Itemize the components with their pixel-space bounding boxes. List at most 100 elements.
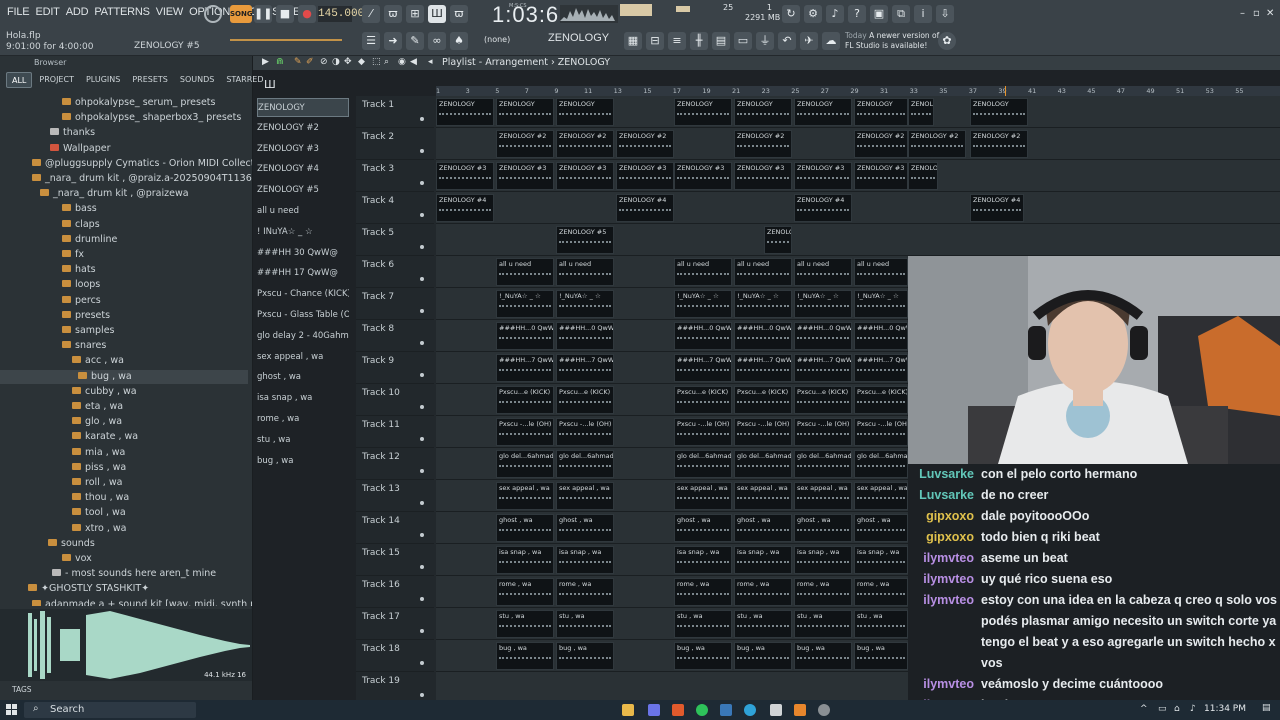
save-icon[interactable]: ▣ [870,5,888,23]
playlist-clip[interactable]: ZENOLOGY #4 [794,194,852,222]
playlist-clip[interactable]: glo del...6ahmad [556,450,614,478]
playlist-clip[interactable]: Pxscu -...le (OH) [734,418,792,446]
playlist-clip[interactable]: Pxscu -...le (OH) [674,418,732,446]
tray-arrow-icon[interactable]: ^ [1140,704,1148,714]
slip-tool-icon[interactable]: ✥ [344,57,352,67]
pattern-song-mode-icon[interactable] [204,5,222,23]
browser-item[interactable]: acc , wa [0,354,248,368]
browser-item[interactable]: cubby , wa [0,385,248,399]
playlist-clip[interactable]: ZENOLOGY [674,98,732,126]
browser-item[interactable]: roll , wa [0,476,248,490]
browser-item[interactable]: hats [0,263,248,277]
playlist-clip[interactable]: bug , wa [794,642,852,670]
track-enable-dot[interactable] [420,117,424,121]
draw-tool-icon[interactable]: ✎ [294,57,302,67]
tray-battery-icon[interactable]: ▭ [1158,704,1167,714]
windows-start-icon[interactable] [6,704,18,716]
menu-file[interactable]: FILE [4,6,32,18]
playlist-clip[interactable]: rome , wa [496,578,554,606]
pattern-item[interactable]: ZENOLOGY [257,98,349,117]
chat-username[interactable]: gipxoxo [908,527,974,548]
obs-icon[interactable] [818,704,830,716]
playlist-clip[interactable]: ghost , wa [794,514,852,542]
browser-item[interactable]: mia , wa [0,446,248,460]
browser-item[interactable]: - most sounds here aren_t mine [0,567,248,581]
playlist-clip[interactable]: ZENOLOGY #3 [908,162,938,190]
steam-icon[interactable] [720,704,732,716]
playlist-clip[interactable]: ZENOLOGY #3 [734,162,792,190]
stop-button[interactable]: ■ [276,5,294,23]
fl-logo-icon[interactable]: ✿ [938,32,956,50]
pattern-item[interactable]: ZENOLOGY #5 [257,181,349,200]
pattern-item[interactable]: ZENOLOGY #4 [257,160,349,179]
playlist-clip[interactable]: sex appeal , wa [496,482,554,510]
track-enable-dot[interactable] [420,373,424,377]
track-enable-dot[interactable] [420,213,424,217]
playlist-clip[interactable]: ###HH...0 QwW@ [496,322,554,350]
taskbar-clock[interactable]: 11:34 PM [1204,704,1246,714]
playlist-clip[interactable]: ###HH...7 QwW@ [854,354,908,382]
menu-patterns[interactable]: PATTERNS [91,6,152,18]
browser-item[interactable]: karate , wa [0,430,248,444]
playlist-clip[interactable]: ZENOLOGY #3 [854,162,908,190]
pencil-tool-icon[interactable]: ✎ [406,32,424,50]
zoom-tool-icon[interactable]: ⌕ [384,57,389,67]
browser-tab-plugins[interactable]: PLUGINS [81,72,125,88]
browser-item[interactable]: Wallpaper [0,142,248,156]
playlist-clip[interactable]: !_NuYA☆ _ ☆ [496,290,554,318]
file-explorer-icon[interactable] [622,704,634,716]
playlist-clip[interactable]: sex appeal , wa [674,482,732,510]
news-panel[interactable]: Today A newer version of FL Studio is av… [845,31,939,51]
firefox-icon[interactable] [672,704,684,716]
spotify-icon[interactable] [696,704,708,716]
browser-tab-presets[interactable]: PRESETS [127,72,173,88]
browser-item[interactable]: eta , wa [0,400,248,414]
wait-for-input-icon[interactable]: ϖ [384,5,402,23]
playlist-clip[interactable]: ZENOLOGY #3 [496,162,554,190]
track-enable-dot[interactable] [420,181,424,185]
delete-tool-icon[interactable]: ⊘ [320,57,328,67]
playlist-grid[interactable]: ZENOLOGY ZENOLOGY ZENOLOGY ZENOLOGY ZENOLOGY… [436,96,908,704]
discord-icon[interactable] [648,704,660,716]
playlist-clip[interactable]: all u need [556,258,614,286]
browser-item[interactable]: ohpokalypse_ shaperbox3_ presets [0,111,248,125]
browser-item[interactable]: claps [0,218,248,232]
playlist-clip[interactable]: Pxscu...e (KICK) [734,386,792,414]
pattern-item[interactable]: ZENOLOGY #3 [257,140,349,159]
mixer-icon[interactable]: ⧉ [892,5,910,23]
pattern-item[interactable]: isa snap , wa [257,389,349,408]
pattern-item[interactable]: ###HH 30 QwW@ [257,244,349,263]
playlist-clip[interactable]: isa snap , wa [734,546,792,574]
pattern-item[interactable]: bug , wa [257,452,349,471]
pattern-item[interactable]: Pxscu - Chance (KICK) [257,285,349,304]
undo-icon[interactable]: ↶ [778,32,796,50]
app-icon[interactable] [770,704,782,716]
browser-item[interactable]: bug , wa [0,369,248,384]
tempo-display[interactable]: 145.000 [318,6,364,22]
sample-preview-waveform[interactable]: 44.1 kHz 16 [0,609,252,681]
pattern-item[interactable]: sex appeal , wa [257,348,349,367]
browser-item[interactable]: ohpokalypse_ serum_ presets [0,96,248,110]
playlist-clip[interactable]: all u need [854,258,908,286]
track-header[interactable]: Track 3 [356,160,434,192]
playlist-clip[interactable]: ZENOLOGY #3 [616,162,674,190]
playlist-clip[interactable]: !_NuYA☆ _ ☆ [854,290,908,318]
track-enable-dot[interactable] [420,309,424,313]
playlist-clip[interactable]: Pxscu...e (KICK) [854,386,908,414]
track-enable-dot[interactable] [420,565,424,569]
browser-item[interactable]: loops [0,278,248,292]
track-header[interactable]: Track 6 [356,256,434,288]
playlist-clip[interactable]: ghost , wa [854,514,908,542]
track-enable-dot[interactable] [420,629,424,633]
playlist-clip[interactable]: stu , wa [496,610,554,638]
browser-item[interactable]: glo , wa [0,415,248,429]
pattern-list-icon[interactable]: Ш [264,78,276,91]
stamp-icon[interactable]: ♠ [450,32,468,50]
track-header[interactable]: Track 13 [356,480,434,512]
playlist-clip[interactable]: glo del...6ahmad [794,450,852,478]
playlist-clip[interactable]: isa snap , wa [496,546,554,574]
track-enable-dot[interactable] [420,469,424,473]
playlist-clip[interactable]: Pxscu...e (KICK) [794,386,852,414]
playlist-clip[interactable]: !_NuYA☆ _ ☆ [794,290,852,318]
download-icon[interactable]: ⇩ [936,5,954,23]
